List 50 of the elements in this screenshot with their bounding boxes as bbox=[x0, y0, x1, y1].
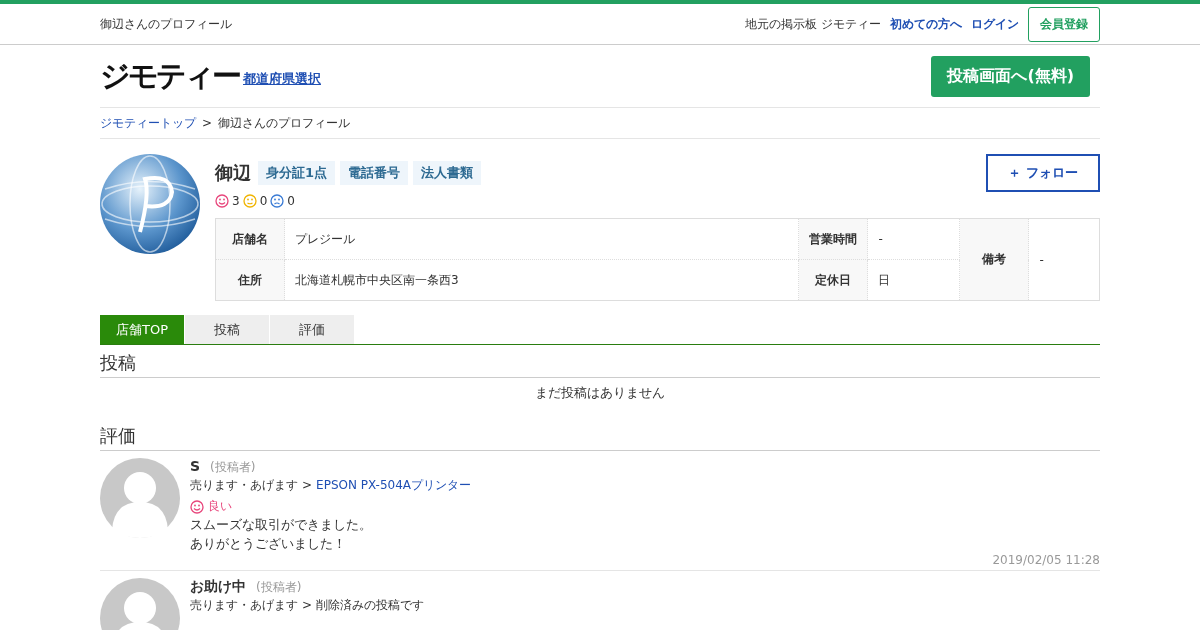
bad-face-icon bbox=[270, 194, 285, 208]
info-label: 住所 bbox=[215, 259, 285, 301]
category-separator: > bbox=[302, 478, 313, 493]
verification-badge: 身分証1点 bbox=[258, 161, 336, 185]
info-value: - bbox=[867, 218, 960, 260]
reviewer-role: (投稿者) bbox=[210, 459, 256, 476]
review-category: 売ります・あげます bbox=[190, 598, 298, 613]
user-silhouette-icon bbox=[100, 458, 180, 538]
site-logo[interactable]: ジモティー bbox=[100, 60, 239, 92]
info-label: 店舗名 bbox=[215, 218, 285, 260]
normal-face-icon bbox=[242, 194, 257, 208]
rating-label: 良い bbox=[208, 498, 232, 515]
tab[interactable]: 投稿 bbox=[185, 315, 269, 344]
follow-button[interactable]: ＋ フォロー bbox=[986, 154, 1100, 192]
good-face-icon bbox=[215, 194, 229, 208]
user-name: 御辺 bbox=[215, 161, 251, 185]
item-link[interactable]: EPSON PX-504Aプリンター bbox=[316, 478, 472, 493]
rating-count: 0 bbox=[287, 194, 295, 208]
breadcrumb-current: 御辺さんのプロフィール bbox=[218, 114, 351, 132]
info-value: プレジール bbox=[284, 218, 799, 260]
tab[interactable]: 評価 bbox=[270, 315, 354, 344]
rating-count: 0 bbox=[259, 194, 268, 208]
reviewer-role: (投稿者) bbox=[256, 579, 302, 596]
reviewer-name: S bbox=[190, 458, 201, 474]
item-title: 削除済みの投稿です bbox=[316, 598, 425, 613]
header-link[interactable]: ログイン bbox=[971, 15, 1019, 33]
review-category: 売ります・あげます bbox=[190, 478, 298, 493]
review-date: 2019/02/05 11:28 bbox=[992, 553, 1100, 567]
info-label: 定休日 bbox=[798, 259, 868, 301]
section-heading: 評価 bbox=[100, 424, 1100, 451]
category-separator: > bbox=[302, 598, 313, 613]
good-face-icon bbox=[190, 499, 204, 514]
review-comment: ありがとうございました！ bbox=[190, 535, 347, 553]
info-label: 営業時間 bbox=[798, 218, 868, 260]
header-link[interactable]: 初めての方へ bbox=[890, 15, 962, 33]
tab[interactable]: 店舗TOP bbox=[100, 315, 184, 344]
page-title: 御辺さんのプロフィール bbox=[100, 15, 232, 33]
breadcrumb-separator: > bbox=[202, 116, 213, 130]
review-comment: スムーズな取引ができました。 bbox=[190, 516, 373, 534]
empty-message: まだ投稿はありません bbox=[534, 384, 666, 402]
verification-badge: 電話番号 bbox=[340, 161, 409, 185]
breadcrumb-link[interactable]: ジモティートップ bbox=[100, 114, 196, 132]
region-select-link[interactable]: 都道府県選択 bbox=[243, 70, 321, 88]
verification-badge: 法人書類 bbox=[413, 161, 482, 185]
rating-count: 3 bbox=[232, 194, 240, 208]
info-label: 備考 bbox=[959, 218, 1029, 301]
site-label: 地元の掲示板 ジモティー bbox=[745, 15, 881, 33]
section-heading: 投稿 bbox=[100, 351, 1100, 378]
reviewer-name: お助け中 bbox=[190, 578, 246, 596]
globe-logo-icon bbox=[100, 154, 200, 254]
